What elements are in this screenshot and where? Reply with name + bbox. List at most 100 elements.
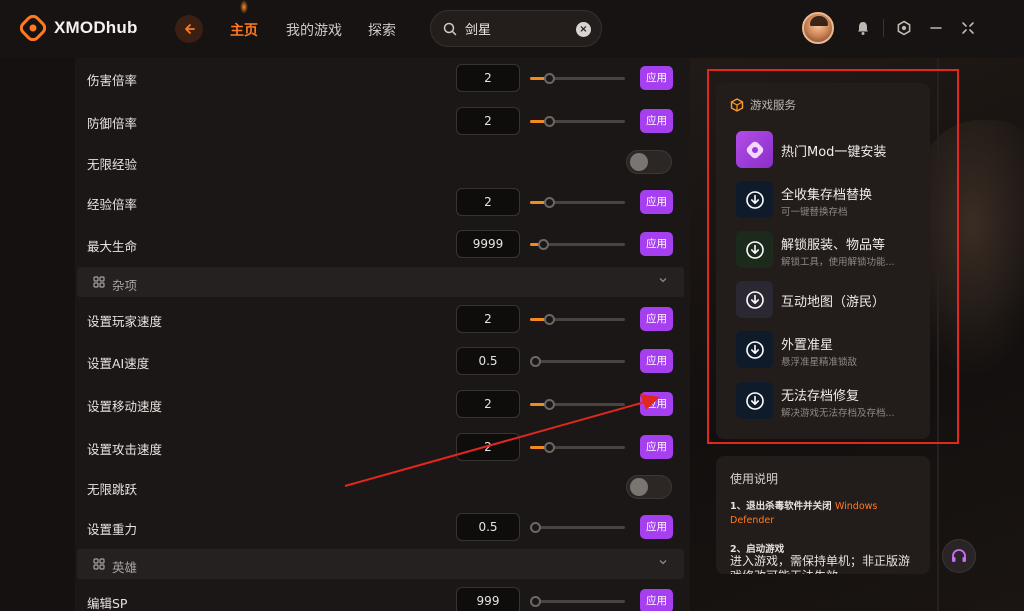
app-logo[interactable]: XMODhub (19, 14, 138, 42)
clear-search-icon[interactable]: × (576, 22, 591, 37)
value-slider[interactable] (530, 399, 625, 410)
apply-button[interactable]: 应用 (640, 190, 673, 214)
search-bar[interactable]: × (430, 10, 602, 47)
value-slider[interactable] (530, 73, 625, 84)
headset-icon (952, 549, 966, 562)
setting-label: 伤害倍率 (87, 73, 138, 88)
guide-title: 使用说明 (730, 472, 779, 486)
active-tab-glow (240, 0, 248, 14)
grid-icon (93, 276, 105, 288)
value-input[interactable]: 2 (456, 107, 520, 135)
value-input[interactable]: 2 (456, 433, 520, 461)
xmod-logo-icon (19, 14, 47, 42)
search-input[interactable] (465, 21, 565, 36)
guide-step-1: 1、退出杀毒软件并关闭 Windows Defender (730, 500, 920, 528)
section-header-misc[interactable]: 杂项 (77, 267, 684, 297)
slider-handle[interactable] (544, 399, 555, 410)
value-slider[interactable] (530, 442, 625, 453)
slider-handle[interactable] (544, 73, 555, 84)
toggle-knob (630, 153, 648, 171)
value-slider[interactable] (530, 197, 625, 208)
setting-row: 无限经验 (75, 142, 690, 182)
tab-my-games[interactable]: 我的游戏 (286, 20, 342, 40)
app-name: XMODhub (54, 18, 138, 37)
setting-row: 设置移动速度 2 应用 (75, 384, 690, 424)
search-icon (443, 22, 457, 35)
value-slider[interactable] (530, 356, 625, 367)
slider-handle[interactable] (544, 197, 555, 208)
setting-row: 防御倍率 2 应用 (75, 101, 690, 141)
minimize-icon[interactable] (928, 20, 944, 36)
slider-handle[interactable] (538, 239, 549, 250)
section-title: 杂项 (112, 278, 138, 293)
support-button[interactable] (942, 539, 976, 573)
chevron-down-icon (659, 278, 667, 283)
grid-icon (93, 558, 105, 570)
toggle-switch[interactable] (626, 150, 672, 174)
slider-handle[interactable] (544, 116, 555, 127)
top-bar: XMODhub 主页 我的游戏 探索 × (0, 0, 1024, 58)
value-input[interactable]: 0.5 (456, 347, 520, 375)
value-input[interactable]: 9999 (456, 230, 520, 258)
setting-label: 最大生命 (87, 239, 138, 254)
value-input[interactable]: 0.5 (456, 513, 520, 541)
setting-label: 设置玩家速度 (87, 314, 163, 329)
usage-guide-card: 使用说明 1、退出杀毒软件并关闭 Windows Defender 2、启动游戏… (716, 456, 930, 574)
setting-label: 经验倍率 (87, 197, 138, 212)
apply-button[interactable]: 应用 (640, 435, 673, 459)
toggle-switch[interactable] (626, 475, 672, 499)
apply-button[interactable]: 应用 (640, 392, 673, 416)
setting-label: 无限跳跃 (87, 482, 138, 497)
settings-hex-icon[interactable] (896, 20, 912, 36)
setting-label: 设置攻击速度 (87, 442, 163, 457)
setting-label: 防御倍率 (87, 116, 138, 131)
setting-row: 经验倍率 2 应用 (75, 182, 690, 222)
annotation-highlight-box (707, 69, 959, 444)
arrow-left-icon (185, 24, 195, 34)
value-slider[interactable] (530, 522, 625, 533)
value-input[interactable]: 2 (456, 305, 520, 333)
setting-label: 无限经验 (87, 157, 138, 172)
apply-button[interactable]: 应用 (640, 232, 673, 256)
toggle-knob (630, 478, 648, 496)
setting-row: 设置AI速度 0.5 应用 (75, 341, 690, 381)
value-input[interactable]: 2 (456, 390, 520, 418)
slider-handle[interactable] (530, 596, 541, 607)
section-header-hero[interactable]: 英雄 (77, 549, 684, 579)
apply-button[interactable]: 应用 (640, 109, 673, 133)
slider-handle[interactable] (530, 356, 541, 367)
setting-row: 设置攻击速度 2 应用 (75, 427, 690, 467)
value-input[interactable]: 2 (456, 188, 520, 216)
tab-home[interactable]: 主页 (230, 20, 258, 40)
setting-label: 设置AI速度 (87, 356, 150, 371)
setting-row: 设置玩家速度 2 应用 (75, 299, 690, 339)
guide-step-1-text: 1、退出杀毒软件并关闭 (730, 501, 832, 512)
apply-button[interactable]: 应用 (640, 66, 673, 90)
setting-row: 伤害倍率 2 应用 (75, 58, 690, 98)
notification-bell-icon[interactable] (855, 20, 871, 36)
value-slider[interactable] (530, 314, 625, 325)
apply-button[interactable]: 应用 (640, 515, 673, 539)
apply-button[interactable]: 应用 (640, 349, 673, 373)
value-slider[interactable] (530, 116, 625, 127)
divider (883, 19, 884, 37)
apply-button[interactable]: 应用 (640, 589, 673, 611)
back-button[interactable] (175, 15, 203, 43)
slider-handle[interactable] (530, 522, 541, 533)
setting-row: 设置重力 0.5 应用 (75, 507, 690, 547)
slider-handle[interactable] (544, 314, 555, 325)
value-slider[interactable] (530, 596, 625, 607)
tab-explore[interactable]: 探索 (368, 20, 396, 40)
maximize-icon[interactable] (960, 20, 976, 36)
chevron-down-icon (659, 560, 667, 565)
user-avatar[interactable] (802, 12, 834, 44)
section-title: 英雄 (112, 560, 138, 575)
cheat-settings-panel: 伤害倍率 2 应用 防御倍率 2 应用 无限经验 经验倍率 2 应用 最大生命 … (75, 58, 690, 611)
apply-button[interactable]: 应用 (640, 307, 673, 331)
value-slider[interactable] (530, 239, 625, 250)
slider-handle[interactable] (544, 442, 555, 453)
value-input[interactable]: 2 (456, 64, 520, 92)
setting-label: 设置重力 (87, 522, 138, 537)
setting-label: 设置移动速度 (87, 399, 163, 414)
value-input[interactable]: 999 (456, 587, 520, 611)
